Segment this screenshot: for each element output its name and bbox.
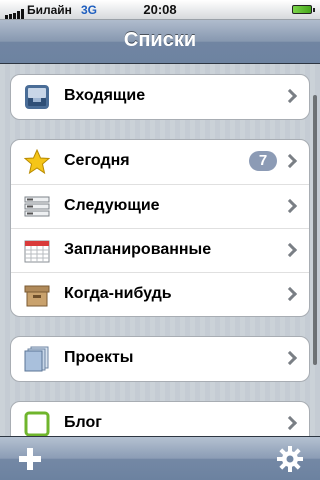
bottom-toolbar (0, 436, 320, 480)
chevron-right-icon (282, 415, 298, 431)
battery-icon (292, 5, 315, 14)
list-item-label: Проекты (64, 349, 134, 366)
count-badge: 7 (249, 151, 277, 171)
list-item-inbox[interactable]: Входящие (11, 75, 309, 119)
list-item-label: Запланированные (64, 241, 212, 258)
chevron-right-icon (282, 286, 298, 302)
status-bar: Билайн 3G 20:08 (0, 0, 320, 20)
chevron-right-icon (282, 350, 298, 366)
list-item-today[interactable]: Сегодня 7 (11, 140, 309, 184)
list-item-label: Сегодня (64, 152, 130, 169)
list-item-scheduled[interactable]: Запланированные (11, 228, 309, 272)
projects-icon (24, 346, 49, 372)
star-icon (24, 149, 50, 175)
green-square-icon (24, 411, 50, 437)
page-title: Списки (123, 29, 197, 51)
plus-icon[interactable] (15, 444, 45, 474)
status-time: 20:08 (143, 2, 177, 17)
chevron-right-icon (282, 198, 298, 214)
chevron-right-icon (282, 242, 298, 258)
list-item-next[interactable]: Следующие (11, 184, 309, 228)
chevron-right-icon (282, 88, 298, 104)
calendar-icon (24, 240, 50, 263)
inbox-icon (25, 85, 49, 109)
list-item-label: Блог (64, 414, 102, 431)
projects-group: Проекты (10, 336, 310, 382)
list-item-label: Когда-нибудь (64, 285, 172, 302)
box-icon (24, 285, 50, 307)
list-item-projects[interactable]: Проекты (11, 337, 309, 381)
navigation-bar: Списки (0, 20, 320, 64)
stack-icon (24, 196, 50, 217)
gear-icon[interactable] (275, 444, 305, 474)
list-item-label: Входящие (64, 87, 146, 104)
focus-group: Сегодня 7 Следующие Запланированные Когд… (10, 139, 310, 317)
scroll-indicator[interactable] (313, 95, 317, 365)
chevron-right-icon (282, 153, 298, 169)
inbox-group: Входящие (10, 74, 310, 120)
list-item-label: Следующие (64, 197, 160, 214)
list-item-someday[interactable]: Когда-нибудь (11, 272, 309, 316)
